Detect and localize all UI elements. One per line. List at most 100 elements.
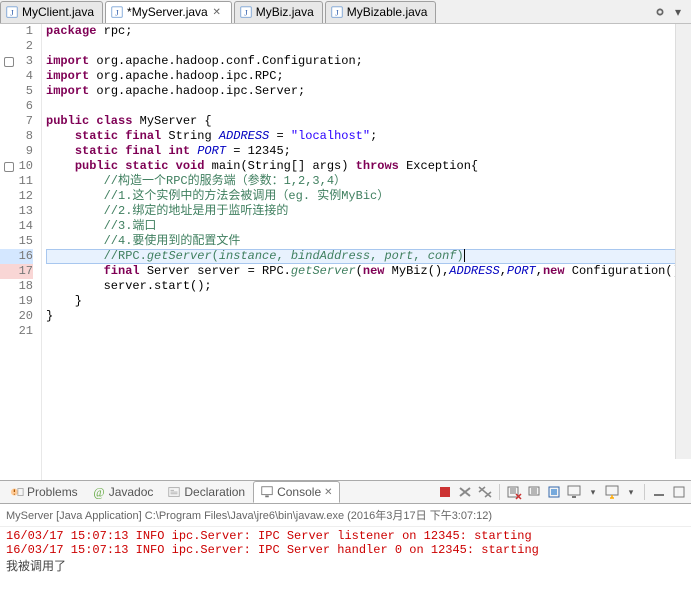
- pin-console-button[interactable]: [546, 484, 562, 500]
- remove-all-button[interactable]: [477, 484, 493, 500]
- line-number: 12: [0, 189, 33, 204]
- scroll-lock-button[interactable]: [526, 484, 542, 500]
- code-line[interactable]: final Server server = RPC.getServer(new …: [46, 264, 691, 279]
- code-line[interactable]: //4.要使用到的配置文件: [46, 234, 691, 249]
- line-number: 9: [0, 144, 33, 159]
- svg-text:J: J: [115, 8, 119, 18]
- svg-text:J: J: [244, 8, 248, 18]
- line-number: 20: [0, 309, 33, 324]
- console-line: 16/03/17 15:07:13 INFO ipc.Server: IPC S…: [6, 529, 685, 543]
- problems-icon: [10, 485, 24, 499]
- java-file-icon: J: [330, 5, 344, 19]
- line-number: 7: [0, 114, 33, 129]
- editor-tab[interactable]: J MyBizable.java: [325, 1, 437, 23]
- tab-label: MyBiz.java: [256, 5, 314, 19]
- code-line[interactable]: //3.端口: [46, 219, 691, 234]
- console-header: MyServer [Java Application] C:\Program F…: [0, 504, 691, 527]
- tab-label: MyClient.java: [22, 5, 94, 19]
- java-file-icon: J: [5, 5, 19, 19]
- java-file-icon: J: [110, 5, 124, 19]
- code-line[interactable]: [46, 99, 691, 114]
- console-icon: [260, 485, 274, 499]
- code-line[interactable]: static final String ADDRESS = "localhost…: [46, 129, 691, 144]
- javadoc-icon: @: [92, 485, 106, 499]
- code-line[interactable]: //构造一个RPC的服务端（参数：1,2,3,4）: [46, 174, 691, 189]
- line-number: 4: [0, 69, 33, 84]
- code-line[interactable]: server.start();: [46, 279, 691, 294]
- line-number: 21: [0, 324, 33, 339]
- minimize-view-button[interactable]: [651, 484, 667, 500]
- code-line[interactable]: }: [46, 309, 691, 324]
- line-number: 18: [0, 279, 33, 294]
- chevron-down-icon[interactable]: ▾: [586, 485, 600, 499]
- line-number: 6: [0, 99, 33, 114]
- code-line[interactable]: package rpc;: [46, 24, 691, 39]
- line-number: 16: [0, 249, 33, 264]
- code-line[interactable]: //2.绑定的地址是用于监听连接的: [46, 204, 691, 219]
- views-tabbar: Problems @ Javadoc Declaration Console✕ ▾ ▾: [0, 480, 691, 504]
- chevron-down-icon[interactable]: ▾: [624, 485, 638, 499]
- svg-text:J: J: [10, 8, 14, 18]
- chevron-down-icon[interactable]: ▾: [671, 5, 685, 19]
- console-line: 我被调用了: [6, 557, 685, 574]
- view-tab-problems[interactable]: Problems: [4, 481, 84, 503]
- line-number: 11: [0, 174, 33, 189]
- tab-label: *MyServer.java: [127, 5, 208, 19]
- editor-tab[interactable]: J *MyServer.java✕: [105, 1, 232, 23]
- line-number: 1: [0, 24, 33, 39]
- code-line[interactable]: import org.apache.hadoop.ipc.Server;: [46, 84, 691, 99]
- clear-console-button[interactable]: [506, 484, 522, 500]
- remove-launch-button[interactable]: [457, 484, 473, 500]
- code-line[interactable]: static final int PORT = 12345;: [46, 144, 691, 159]
- code-line[interactable]: public static void main(String[] args) t…: [46, 159, 691, 174]
- java-file-icon: J: [239, 5, 253, 19]
- svg-text:@: @: [93, 485, 104, 499]
- view-tab-label: Javadoc: [109, 485, 154, 499]
- view-tab-label: Declaration: [184, 485, 245, 499]
- console-output[interactable]: 16/03/17 15:07:13 INFO ipc.Server: IPC S…: [0, 527, 691, 599]
- editor-tab[interactable]: J MyClient.java: [0, 1, 103, 23]
- code-lines[interactable]: package rpc; import org.apache.hadoop.con…: [42, 24, 691, 480]
- line-number: 10: [0, 159, 33, 174]
- code-line[interactable]: public class MyServer {: [46, 114, 691, 129]
- editor-tabbar: J MyClient.java J *MyServer.java✕ J MyBiz.jav…: [0, 0, 691, 24]
- code-line[interactable]: }: [46, 294, 691, 309]
- view-tab-declaration[interactable]: Declaration: [161, 481, 251, 503]
- code-editor[interactable]: 123456789101112131415161718192021 packag…: [0, 24, 691, 480]
- code-line[interactable]: import org.apache.hadoop.ipc.RPC;: [46, 69, 691, 84]
- code-line[interactable]: //RPC.getServer(instance, bindAddress, p…: [46, 249, 691, 264]
- console-line: 16/03/17 15:07:13 INFO ipc.Server: IPC S…: [6, 543, 685, 557]
- display-selected-button[interactable]: [566, 484, 582, 500]
- svg-text:J: J: [335, 8, 339, 18]
- maximize-view-button[interactable]: [671, 484, 687, 500]
- link-icon[interactable]: [653, 5, 667, 19]
- line-number: 17: [0, 264, 33, 279]
- line-number-gutter: 123456789101112131415161718192021: [0, 24, 42, 480]
- line-number: 15: [0, 234, 33, 249]
- view-tab-label: Problems: [27, 485, 78, 499]
- vertical-scrollbar[interactable]: [675, 24, 691, 459]
- editor-tab[interactable]: J MyBiz.java: [234, 1, 323, 23]
- open-console-button[interactable]: [604, 484, 620, 500]
- close-icon[interactable]: ✕: [211, 6, 223, 18]
- view-tab-label: Console: [277, 485, 321, 499]
- code-line[interactable]: [46, 324, 691, 339]
- console-toolbar: ▾ ▾: [437, 484, 687, 500]
- code-line[interactable]: //1.这个实例中的方法会被调用（eg. 实例MyBic）: [46, 189, 691, 204]
- code-line[interactable]: [46, 39, 691, 54]
- line-number: 19: [0, 294, 33, 309]
- line-number: 8: [0, 129, 33, 144]
- view-tab-javadoc[interactable]: @ Javadoc: [86, 481, 160, 503]
- close-icon[interactable]: ✕: [324, 487, 332, 498]
- line-number: 5: [0, 84, 33, 99]
- line-number: 14: [0, 219, 33, 234]
- line-number: 3: [0, 54, 33, 69]
- code-line[interactable]: import org.apache.hadoop.conf.Configurat…: [46, 54, 691, 69]
- declaration-icon: [167, 485, 181, 499]
- view-tab-console[interactable]: Console✕: [253, 481, 339, 503]
- tab-label: MyBizable.java: [347, 5, 428, 19]
- editor-toolbar: ▾: [647, 5, 691, 19]
- line-number: 13: [0, 204, 33, 219]
- line-number: 2: [0, 39, 33, 54]
- terminate-button[interactable]: [437, 484, 453, 500]
